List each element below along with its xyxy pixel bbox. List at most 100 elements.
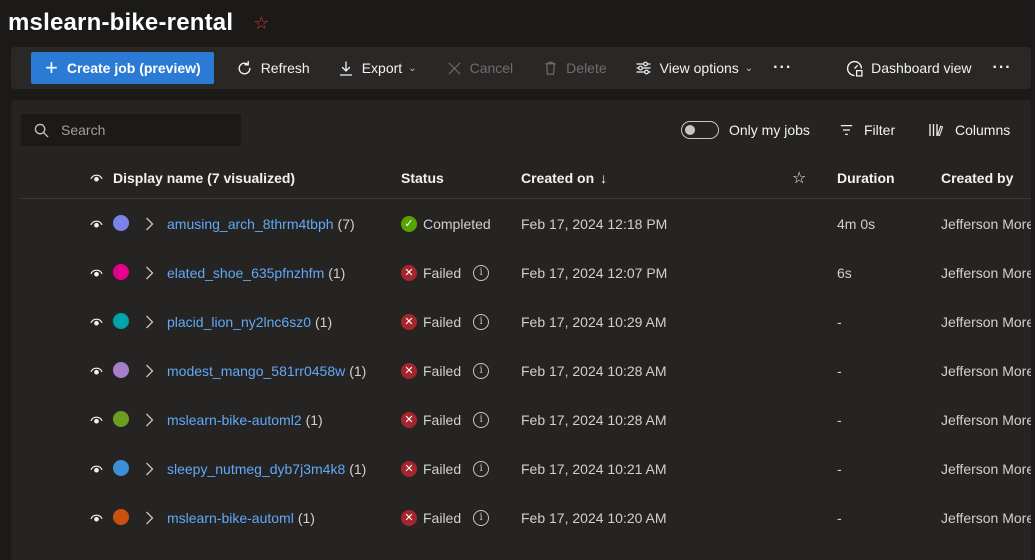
info-icon[interactable]: i (473, 411, 490, 428)
refresh-icon (238, 60, 251, 74)
info-icon[interactable]: i (473, 509, 490, 526)
visibility-toggle[interactable] (90, 444, 103, 493)
child-run-count: (1) (349, 362, 367, 379)
visibility-toggle[interactable] (90, 248, 103, 297)
col-created-on[interactable]: Created on ↓ (521, 158, 607, 198)
jobs-panel: Only my jobs Filter Columns Display name… (11, 100, 1031, 560)
visibility-toggle[interactable] (90, 493, 103, 542)
dashboard-view-button[interactable]: Dashboard view (846, 52, 972, 84)
run-color-dot (113, 362, 129, 378)
job-name-link[interactable]: modest_mango_581rr0458w (167, 363, 345, 379)
chevron-down-icon: ⌄ (408, 62, 417, 74)
info-icon[interactable]: i (473, 460, 490, 477)
status-text: Failed (423, 313, 462, 330)
status-cell: ✕ Failed i (401, 395, 490, 444)
cancel-button[interactable]: Cancel (447, 52, 514, 84)
job-name-link[interactable]: elated_shoe_635pfnzhfm (167, 265, 324, 281)
error-circle-icon: ✕ (401, 411, 417, 428)
visibility-toggle[interactable] (90, 297, 103, 346)
error-circle-icon: ✕ (401, 362, 417, 379)
job-name-link[interactable]: sleepy_nutmeg_dyb7j3m4k8 (167, 461, 345, 477)
cancel-label: Cancel (469, 60, 514, 76)
created-by-cell: Jefferson More (941, 313, 1031, 330)
run-color-dot (113, 411, 129, 427)
export-button[interactable]: Export ⌄ (338, 52, 417, 84)
favorite-star-icon[interactable]: ☆ (253, 14, 269, 32)
columns-label: Columns (955, 122, 1011, 138)
col-created-on-label: Created on (521, 170, 595, 186)
columns-button[interactable]: Columns (928, 114, 1010, 146)
filter-button[interactable]: Filter (839, 114, 895, 146)
status-text: Failed (423, 264, 462, 281)
expand-chevron-icon[interactable] (145, 346, 154, 395)
eye-icon (90, 174, 103, 182)
display-name-cell: amusing_arch_8thrm4tbph (7) (167, 199, 355, 248)
job-name-link[interactable]: placid_lion_ny2lnc6sz0 (167, 314, 311, 330)
table-header: Display name (7 visualized) Status Creat… (21, 158, 1031, 199)
col-status[interactable]: Status (401, 158, 444, 198)
favorite-column-star-icon[interactable]: ☆ (792, 158, 806, 198)
child-run-count: (7) (337, 215, 355, 232)
visibility-toggle-all[interactable] (90, 158, 103, 198)
refresh-button[interactable]: Refresh (236, 52, 310, 84)
eye-icon (90, 220, 103, 228)
col-display-name[interactable]: Display name (7 visualized) (113, 158, 295, 198)
status-text: Failed (423, 411, 462, 428)
duration-cell: - (837, 362, 842, 379)
dashboard-view-label: Dashboard view (871, 60, 972, 76)
status-cell: ✕ Failed i (401, 444, 490, 493)
expand-chevron-icon[interactable] (145, 395, 154, 444)
table-row[interactable]: amusing_arch_8thrm4tbph (7) ✓ Completed Feb … (21, 199, 1031, 248)
expand-chevron-icon[interactable] (145, 297, 154, 346)
filter-label: Filter (864, 122, 896, 138)
expand-chevron-icon[interactable] (145, 493, 154, 542)
visibility-toggle[interactable] (90, 199, 103, 248)
view-options-label: View options (659, 60, 739, 76)
eye-icon (90, 269, 103, 277)
table-row[interactable]: modest_mango_581rr0458w (1) ✕ Failed i Feb 17… (21, 346, 1031, 395)
expand-chevron-icon[interactable] (145, 199, 154, 248)
visibility-toggle[interactable] (90, 346, 103, 395)
create-job-button[interactable]: + Create job (preview) (31, 52, 214, 84)
more-options-button-2[interactable]: ··· (993, 52, 1012, 84)
duration-cell: - (837, 509, 842, 526)
created-by-cell: Jefferson More (941, 509, 1031, 526)
status-text: Failed (423, 460, 462, 477)
table-row[interactable]: mslearn-bike-automl2 (1) ✕ Failed i Feb 17, 2… (21, 395, 1031, 444)
only-my-jobs-toggle[interactable]: Only my jobs (681, 114, 810, 146)
info-icon[interactable]: i (473, 313, 490, 330)
run-color-dot (113, 460, 129, 476)
col-created-by[interactable]: Created by (941, 158, 1013, 198)
toggle-switch[interactable] (681, 121, 719, 139)
trash-icon (545, 61, 556, 75)
view-options-button[interactable]: View options ⌄ (635, 52, 753, 84)
plus-icon: + (45, 55, 58, 80)
table-row[interactable]: elated_shoe_635pfnzhfm (1) ✕ Failed i Feb 17,… (21, 248, 1031, 297)
expand-chevron-icon[interactable] (145, 248, 154, 297)
visibility-toggle[interactable] (90, 395, 103, 444)
status-cell: ✓ Completed (401, 199, 491, 248)
only-my-jobs-label: Only my jobs (729, 122, 810, 138)
more-options-button[interactable]: ··· (773, 52, 792, 84)
search-icon (34, 123, 49, 138)
status-text: Failed (423, 509, 462, 526)
command-bar: + Create job (preview) Refresh Export ⌄ … (11, 47, 1031, 89)
child-run-count: (1) (349, 460, 367, 477)
col-duration[interactable]: Duration (837, 158, 895, 198)
status-cell: ✕ Failed i (401, 346, 490, 395)
info-icon[interactable]: i (473, 264, 490, 281)
info-icon[interactable]: i (473, 362, 490, 379)
job-name-link[interactable]: mslearn-bike-automl (167, 510, 294, 526)
job-name-link[interactable]: mslearn-bike-automl2 (167, 412, 302, 428)
search-input[interactable] (61, 122, 211, 138)
status-cell: ✕ Failed i (401, 297, 490, 346)
search-box[interactable] (21, 114, 241, 146)
table-row[interactable]: mslearn-bike-automl (1) ✕ Failed i Feb 17, 20… (21, 493, 1031, 542)
expand-chevron-icon[interactable] (145, 444, 154, 493)
status-text: Failed (423, 362, 462, 379)
table-row[interactable]: sleepy_nutmeg_dyb7j3m4k8 (1) ✕ Failed i Feb 1… (21, 444, 1031, 493)
job-name-link[interactable]: amusing_arch_8thrm4tbph (167, 216, 334, 232)
created-by-cell: Jefferson More (941, 411, 1031, 428)
delete-button[interactable]: Delete (543, 52, 607, 84)
table-row[interactable]: placid_lion_ny2lnc6sz0 (1) ✕ Failed i Feb 17,… (21, 297, 1031, 346)
